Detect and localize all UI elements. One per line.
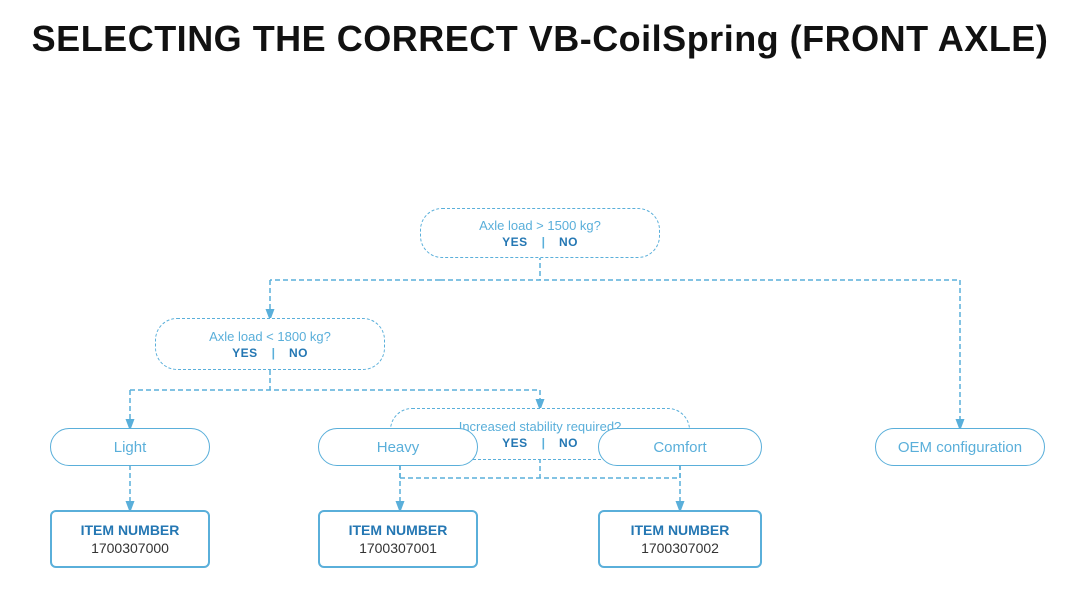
item-box-1: ITEM NUMBER 1700307000 <box>50 510 210 568</box>
result-light: Light <box>50 428 210 466</box>
item-box-3: ITEM NUMBER 1700307002 <box>598 510 762 568</box>
result-heavy: Heavy <box>318 428 478 466</box>
decision-box-1: Axle load > 1500 kg? YES | NO <box>420 208 660 258</box>
item-box-2: ITEM NUMBER 1700307001 <box>318 510 478 568</box>
diagram-area: Axle load > 1500 kg? YES | NO Axle load … <box>0 70 1080 580</box>
result-oem: OEM configuration <box>875 428 1045 466</box>
page-title: SELECTING THE CORRECT VB-CoilSpring (FRO… <box>0 0 1080 70</box>
decision-box-2: Axle load < 1800 kg? YES | NO <box>155 318 385 370</box>
result-comfort: Comfort <box>598 428 762 466</box>
